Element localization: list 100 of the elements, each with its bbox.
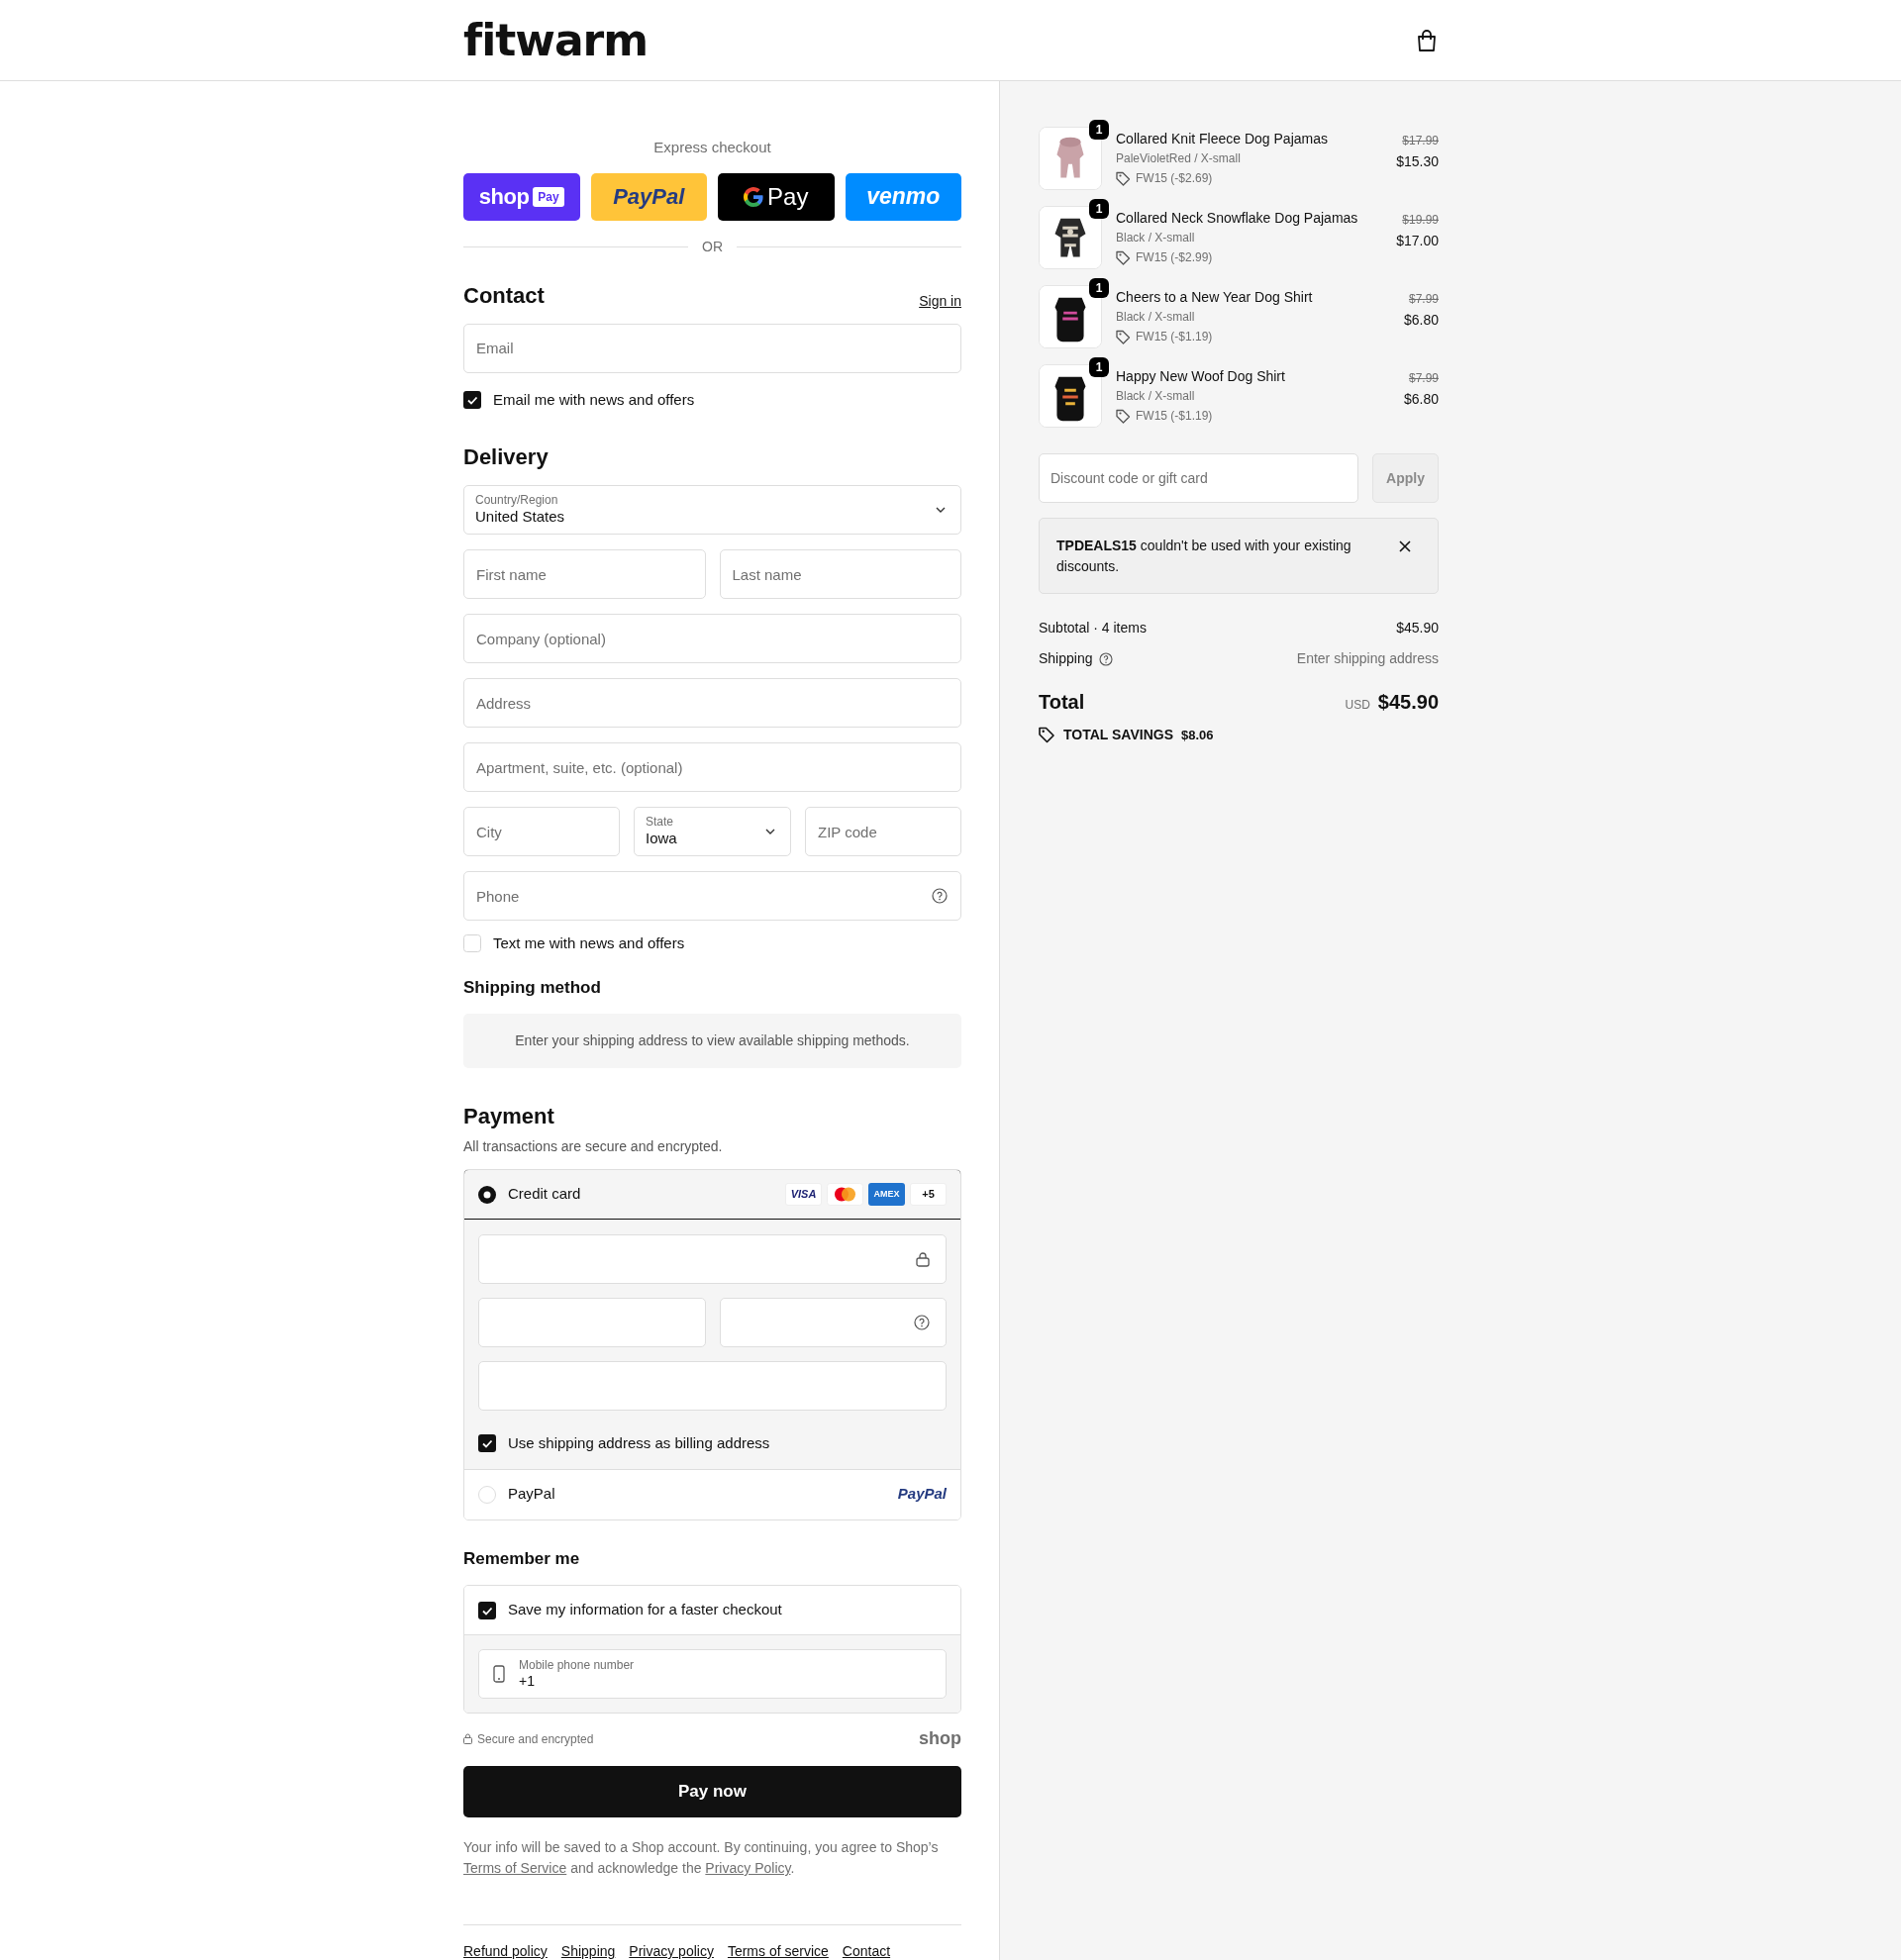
phone-field[interactable]: Mobile phone number +1 [478,1649,947,1699]
lock-icon [916,1251,930,1267]
checkbox[interactable] [463,934,481,953]
quantity-badge: 1 [1089,199,1109,219]
google-pay-button[interactable]: Pay [718,172,835,221]
price: $6.80 [1403,311,1439,330]
summary-value: $45.90 [1396,619,1439,637]
discount-label: FW15 (-$1.19) [1136,329,1213,345]
product-variant: Black / X-small [1116,388,1196,405]
footer-link[interactable]: Contact [842,1941,891,1960]
product-variant: Black / X-small [1116,230,1196,246]
section-heading: Delivery [463,443,550,471]
checkbox[interactable] [463,390,481,409]
divider-label: OR [702,237,723,256]
discount-label: FW15 (-$2.99) [1136,249,1213,266]
select-field[interactable]: Country/Region United States [463,485,961,535]
pay-now-button[interactable]: Pay now [463,1766,961,1817]
tag-icon [1116,408,1131,424]
section-heading: Payment [463,1103,555,1130]
summary-label: Subtotal · 4 items [1039,619,1147,637]
input-field[interactable] [719,1298,947,1347]
price: $15.30 [1396,152,1439,171]
shop-pay-button[interactable]: shop Pay [463,172,580,221]
checkbox-label: Email me with news and offers [493,389,695,410]
tag-icon [1116,170,1131,186]
product-name: Cheers to a New Year Dog Shirt [1116,288,1314,306]
original-price: $19.99 [1402,212,1439,229]
checkbox[interactable] [478,1434,496,1453]
footer-link[interactable]: Privacy policy [629,1941,714,1960]
input-field[interactable]: Last name [719,549,961,599]
input-field[interactable]: ZIP code [805,807,961,856]
visa-logo: VISA [785,1183,822,1206]
security-note: Secure and encrypted [477,1730,594,1748]
product-name: Collared Knit Fleece Dog Pajamas [1116,130,1329,147]
radio-button[interactable] [478,1485,496,1504]
shop-logo: shop [919,1727,961,1750]
info-notice: Enter your shipping address to view available shipping methods. [463,1014,961,1068]
legal-link[interactable]: Terms of Service [463,1860,567,1876]
payment-option[interactable]: Credit card VISA AMEX +5 [464,1170,960,1220]
section-heading: Remember me [463,1547,581,1570]
total-value: $45.90 [1377,690,1439,715]
mastercard-logo [827,1183,863,1206]
tag-icon [1116,249,1131,265]
footer-link[interactable]: Shipping [560,1941,616,1960]
checkbox-label: Save my information for a faster checkout [508,1600,782,1620]
original-price: $7.99 [1408,370,1439,387]
footer-link[interactable]: Terms of service [727,1941,829,1960]
checkbox-label: Text me with news and offers [493,933,685,953]
help-icon[interactable] [914,1315,930,1330]
product-name: Collared Neck Snowflake Dog Pajamas [1116,209,1359,227]
product-variant: Black / X-small [1116,309,1196,326]
input-field[interactable]: Address [463,678,961,728]
error-message: TPDEALS15 couldn't be used with your existing discounts. [1056,537,1352,576]
quantity-badge: 1 [1089,120,1109,140]
input-field[interactable]: Email [463,323,961,373]
section-subtitle: All transactions are secure and encrypted. [463,1137,724,1156]
price: $6.80 [1403,390,1439,409]
mobile-phone-icon [493,1665,505,1683]
payment-option[interactable]: PayPal PayPal [464,1468,960,1519]
product-name: Happy New Woof Dog Shirt [1116,367,1286,385]
product-variant: PaleVioletRed / X-small [1116,150,1242,167]
checkbox[interactable] [478,1601,496,1619]
tag-icon [1039,727,1055,743]
original-price: $7.99 [1408,291,1439,308]
summary-label: Shipping [1039,649,1093,668]
section-heading: Shipping method [463,976,602,999]
summary-value: Enter shipping address [1296,649,1439,668]
help-icon[interactable] [932,888,948,904]
more-cards-badge: +5 [910,1183,947,1206]
lock-icon [463,1733,472,1744]
quantity-badge: 1 [1089,357,1109,377]
discount-label: FW15 (-$2.69) [1136,170,1213,187]
discount-field[interactable]: Discount code or gift card [1039,453,1358,503]
savings-value: $8.06 [1181,726,1214,744]
section-heading: Contact [463,281,545,310]
input-field[interactable]: City [463,807,620,856]
input-field[interactable] [478,1361,947,1411]
savings-label: TOTAL SAVINGS [1063,726,1173,744]
input-field[interactable]: First name [463,549,706,599]
tag-icon [1116,329,1131,344]
paypal-logo: PayPal [897,1484,947,1505]
input-field[interactable]: Company (optional) [463,614,961,663]
close-icon[interactable] [1399,540,1411,552]
radio-button[interactable] [478,1185,496,1204]
sign-in-link[interactable]: Sign in [919,290,961,312]
legal-text: Your info will be saved to a Shop account. By continuing, you agree to Shop’s Terms of Service and acknowledge the Privacy Policy. [463,1838,940,1878]
quantity-badge: 1 [1089,278,1109,298]
shopping-bag-icon[interactable] [1416,28,1438,52]
section-label: Express checkout [652,138,772,157]
currency-label: USD [1345,697,1370,714]
help-icon[interactable] [1098,651,1113,666]
phone-field[interactable]: Phone [463,871,961,921]
input-field[interactable] [478,1234,947,1284]
paypal-button[interactable]: PayPal [590,172,707,221]
select-field[interactable]: State Iowa [634,807,791,856]
checkbox-label: Use shipping address as billing address [508,1433,770,1453]
footer-link[interactable]: Refund policy [463,1941,548,1960]
logo[interactable]: fitwarm [463,18,649,62]
input-field[interactable]: Apartment, suite, etc. (optional) [463,742,961,792]
input-field[interactable] [478,1298,706,1347]
